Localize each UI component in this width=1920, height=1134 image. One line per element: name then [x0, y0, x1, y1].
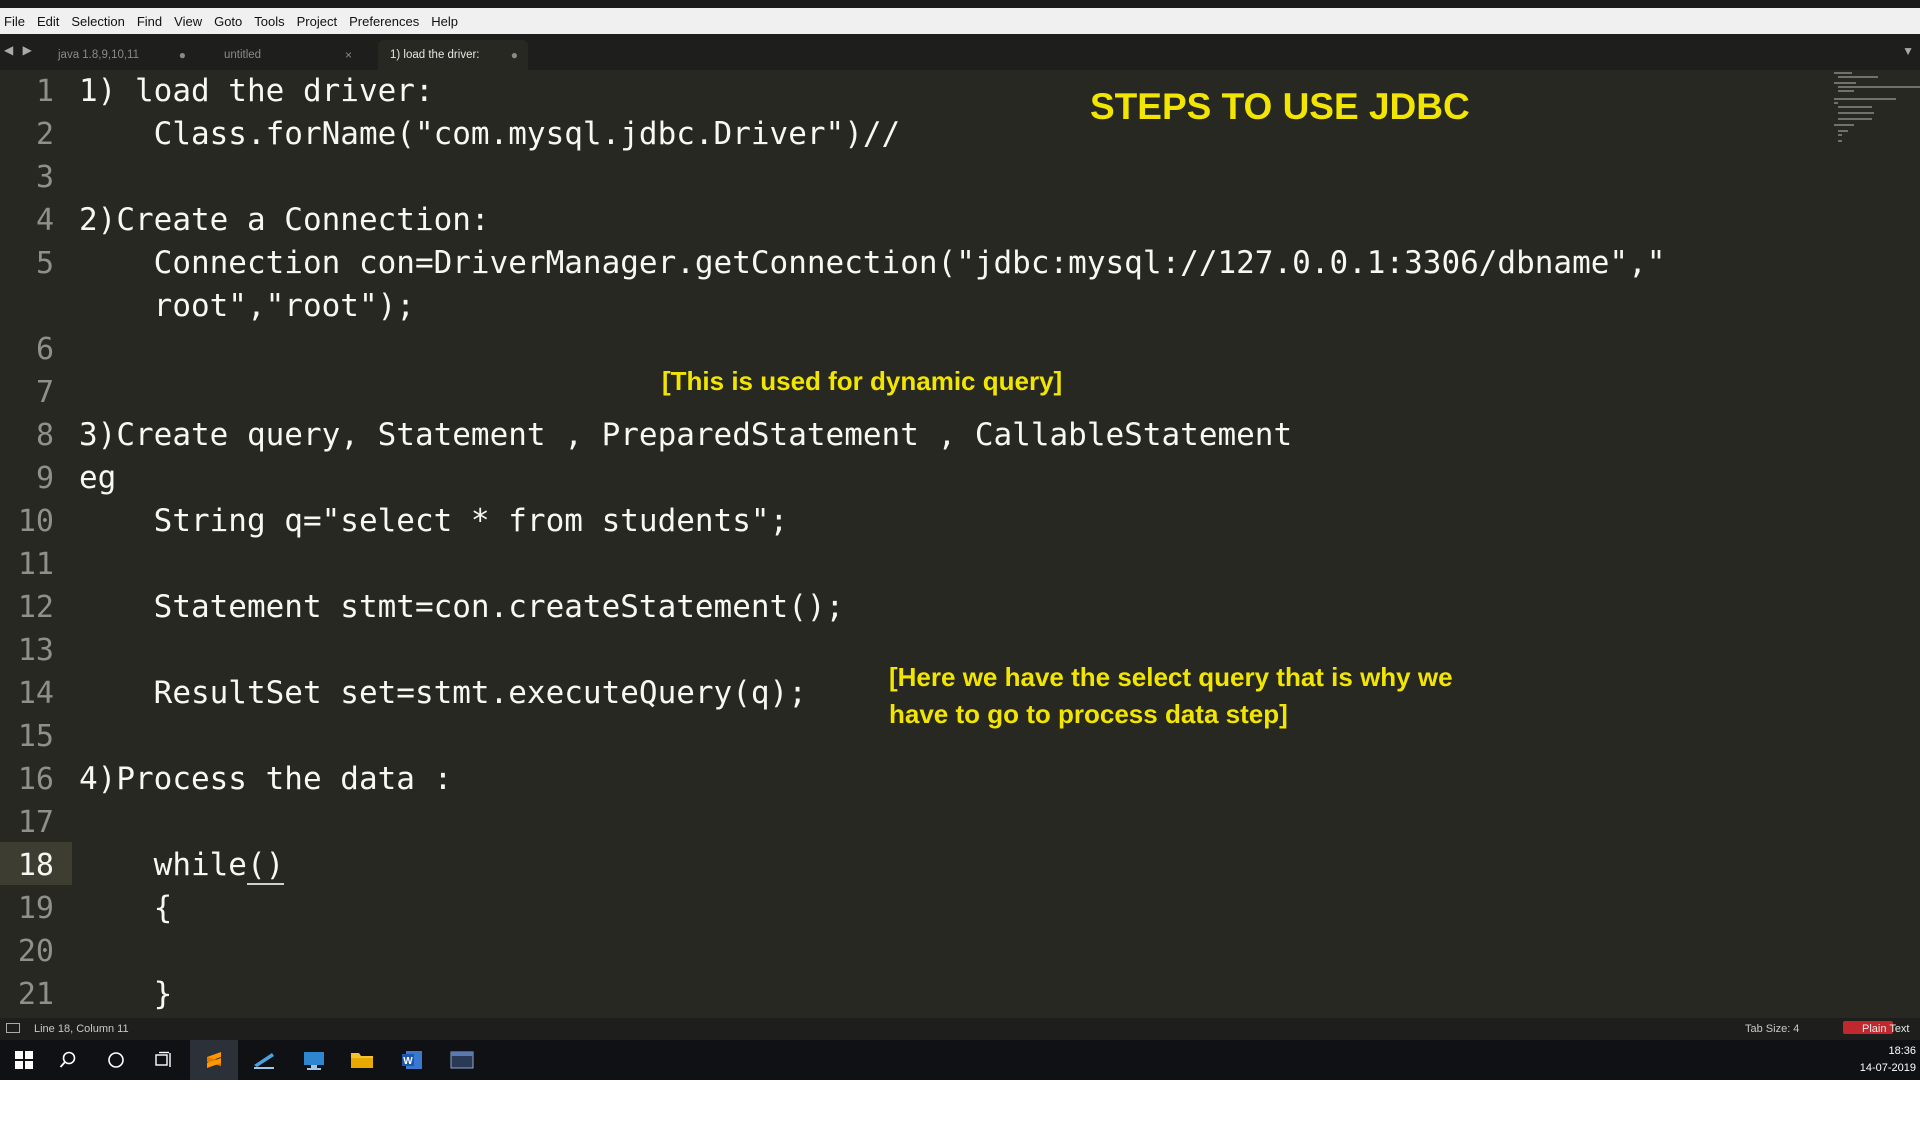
code-line: 3)Create query, Statement , PreparedStat… [79, 417, 1293, 453]
select-query-note-line1: [Here we have the select query that is w… [889, 662, 1453, 692]
title-bar [0, 0, 1920, 8]
search-icon [59, 1051, 76, 1068]
svg-text:W: W [403, 1056, 413, 1067]
dynamic-query-note: [This is used for dynamic query] [662, 366, 1063, 396]
line-number: 5 [35, 246, 54, 281]
line-number: 17 [17, 805, 54, 840]
taskbar-app-pen[interactable] [240, 1040, 288, 1080]
code-line-current: while() [79, 844, 285, 887]
cortana-button[interactable] [92, 1040, 140, 1080]
windows-taskbar: W 18:36 14-07-2019 [0, 1040, 1920, 1080]
taskbar-file-explorer[interactable] [338, 1040, 386, 1080]
sublime-text-icon [207, 1052, 221, 1068]
unsaved-dot-icon: ● [510, 48, 518, 62]
word-icon: W [402, 1051, 422, 1069]
code-line: eg [79, 460, 117, 496]
panel-toggle-icon[interactable] [6, 1023, 20, 1033]
line-number-gutter: 1 2 3 4 5 6 7 8 9 10 11 12 13 14 15 16 1… [0, 70, 72, 1018]
code-line: ResultSet set=stmt.executeQuery(q); [79, 675, 807, 711]
task-view-icon [155, 1051, 171, 1067]
line-number: 3 [35, 160, 54, 195]
taskbar-word[interactable]: W [388, 1040, 436, 1080]
clock-date: 14-07-2019 [1859, 1062, 1916, 1074]
select-query-note-line2: have to go to process data step] [889, 699, 1288, 729]
menu-find[interactable]: Find [135, 14, 170, 29]
tab-size-indicator[interactable]: Tab Size: 4 [1745, 1023, 1799, 1035]
menu-file[interactable]: File [2, 14, 33, 29]
code-line: 2)Create a Connection: [79, 202, 490, 238]
app-window-icon [450, 1051, 474, 1069]
minimap[interactable] [1828, 70, 1920, 150]
menu-project[interactable]: Project [295, 14, 345, 29]
slide-title: STEPS TO USE JDBC [1090, 86, 1470, 127]
line-number: 14 [17, 676, 54, 711]
taskbar-sublime-text[interactable] [190, 1040, 238, 1080]
code-line: 1) load the driver: [79, 73, 434, 109]
close-icon[interactable]: × [345, 48, 352, 62]
system-clock[interactable]: 18:36 14-07-2019 [1860, 1043, 1916, 1077]
tab-nav-arrows-icon[interactable]: ◀ ▶ [4, 43, 35, 57]
line-number: 8 [35, 418, 54, 453]
menu-preferences[interactable]: Preferences [347, 14, 427, 29]
status-bar: Line 18, Column 11 Tab Size: 4 Plain Tex… [0, 1018, 1920, 1040]
line-number: 21 [17, 977, 54, 1012]
pen-app-icon [254, 1053, 274, 1069]
folder-icon [351, 1053, 373, 1068]
line-number: 9 [35, 461, 54, 496]
bracket-match: () [246, 847, 285, 885]
editor-area[interactable]: 1 2 3 4 5 6 7 8 9 10 11 12 13 14 15 16 1… [0, 70, 1920, 1018]
tab-label: java 1.8,9,10,11 [58, 49, 139, 61]
tab-label: untitled [224, 49, 262, 61]
tab-load-the-driver[interactable]: 1) load the driver: ● [378, 40, 528, 70]
menu-edit[interactable]: Edit [35, 14, 67, 29]
remote-desktop-icon [304, 1052, 324, 1070]
windows-logo-icon [15, 1051, 33, 1069]
line-number: 16 [17, 762, 54, 797]
line-number: 12 [17, 590, 54, 625]
menu-view[interactable]: View [172, 14, 210, 29]
menu-goto[interactable]: Goto [212, 14, 250, 29]
cortana-icon [108, 1052, 124, 1068]
code-line: Connection con=DriverManager.getConnecti… [79, 245, 1666, 281]
unsaved-dot-icon: ● [178, 48, 186, 62]
line-number: 11 [17, 547, 54, 582]
line-number: 10 [17, 504, 54, 539]
code-line: } [79, 976, 173, 1012]
taskbar-app-window[interactable] [438, 1040, 486, 1080]
syntax-indicator[interactable]: Plain Text [1862, 1023, 1910, 1035]
while-keyword: while [79, 847, 247, 883]
line-number: 4 [35, 203, 54, 238]
menu-bar: File Edit Selection Find View Goto Tools… [0, 8, 1920, 34]
task-view-button[interactable] [140, 1040, 188, 1080]
cursor-position: Line 18, Column 11 [34, 1023, 129, 1035]
line-number: 2 [35, 117, 54, 152]
line-number: 19 [17, 891, 54, 926]
tab-list-dropdown-icon[interactable]: ▼ [1902, 44, 1914, 58]
menu-selection[interactable]: Selection [69, 14, 132, 29]
code-line: String q="select * from students"; [79, 503, 789, 539]
line-number: 15 [17, 719, 54, 754]
start-button[interactable] [0, 1040, 48, 1080]
line-number: 6 [35, 332, 54, 367]
taskbar-remote-desktop[interactable] [290, 1040, 338, 1080]
code-line: { [79, 890, 173, 926]
tab-untitled[interactable]: untitled × [212, 40, 362, 70]
tab-bar: ◀ ▶ java 1.8,9,10,11 ● untitled × 1) loa… [0, 34, 1920, 70]
sublime-text-window: File Edit Selection Find View Goto Tools… [0, 0, 1920, 1080]
clock-time: 18:36 [1888, 1045, 1916, 1057]
code-line: root","root"); [79, 288, 415, 324]
line-number: 7 [35, 375, 54, 410]
code-line: 4)Process the data : [79, 761, 453, 797]
line-number: 13 [17, 633, 54, 668]
menu-help[interactable]: Help [429, 14, 466, 29]
line-number-current: 18 [17, 848, 54, 883]
tab-java-versions[interactable]: java 1.8,9,10,11 ● [46, 40, 196, 70]
line-number: 1 [35, 74, 54, 109]
menu-tools[interactable]: Tools [252, 14, 292, 29]
tab-label: 1) load the driver: [390, 49, 480, 61]
line-number: 20 [17, 934, 54, 969]
search-button[interactable] [44, 1040, 92, 1080]
code-line: Statement stmt=con.createStatement(); [79, 589, 845, 625]
code-line: Class.forName("com.mysql.jdbc.Driver")// [79, 116, 901, 152]
